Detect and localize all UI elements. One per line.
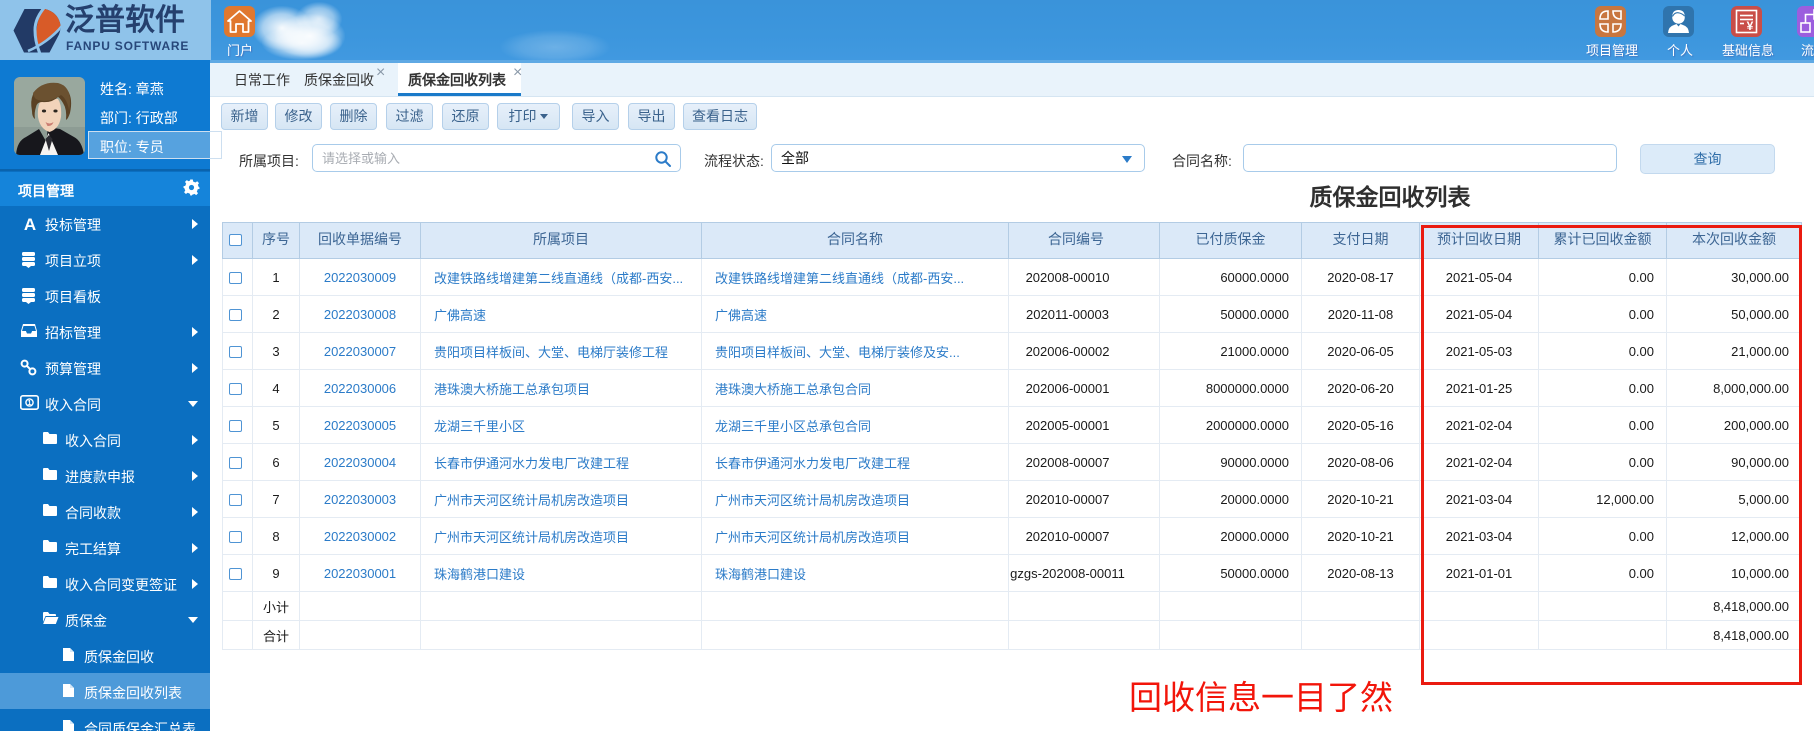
svg-text:¥: ¥ bbox=[1747, 19, 1754, 33]
svg-text:1: 1 bbox=[28, 400, 32, 407]
svg-text:A: A bbox=[24, 215, 36, 232]
